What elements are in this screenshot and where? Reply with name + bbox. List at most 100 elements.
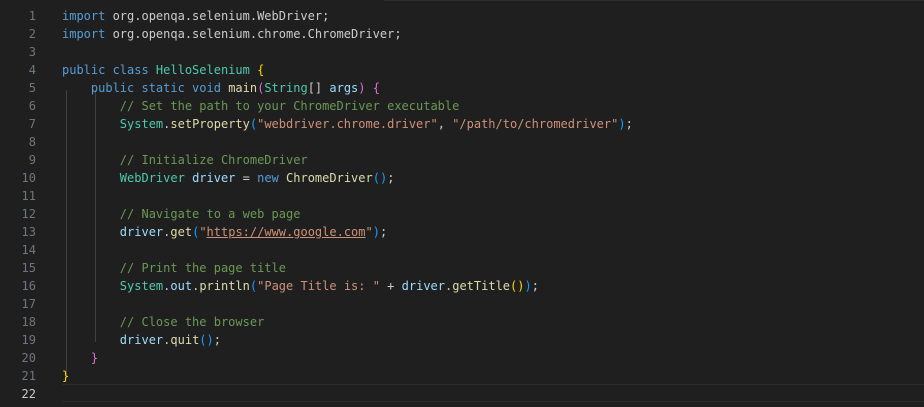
code-line[interactable]: System.out.println("Page Title is: " + d… [62, 277, 924, 295]
line-number: 20 [21, 351, 36, 365]
line-number: 18 [21, 315, 36, 329]
code-line[interactable]: // Print the page title [62, 259, 924, 277]
line-number: 16 [21, 279, 36, 293]
code-line[interactable]: public static void main(String[] args) { [62, 79, 924, 97]
code-token: System [119, 117, 164, 131]
code-line[interactable]: // Initialize ChromeDriver [62, 151, 924, 169]
code-token: org.openqa.selenium.chrome.ChromeDriver; [105, 27, 402, 41]
code-token: main [228, 81, 258, 95]
code-line[interactable]: // Navigate to a web page [62, 205, 924, 223]
line-number: 13 [21, 225, 36, 239]
line-number: 8 [28, 135, 36, 149]
line-number: 4 [28, 63, 36, 77]
code-token: () [510, 279, 525, 293]
code-token: + [379, 279, 402, 293]
code-token: driver [119, 225, 164, 239]
code-line[interactable]: import org.openqa.selenium.chrome.Chrome… [62, 25, 924, 43]
line-number: 22 [21, 387, 36, 401]
code-line[interactable]: WebDriver driver = new ChromeDriver(); [62, 169, 924, 187]
code-token: , [437, 117, 453, 131]
line-number: 15 [21, 261, 36, 275]
code-token: out [170, 279, 193, 293]
code-token: org.openqa.selenium.WebDriver; [105, 9, 330, 23]
code-token: () [372, 171, 388, 185]
code-token: } [90, 351, 99, 365]
code-line[interactable]: import org.openqa.selenium.WebDriver; [62, 7, 924, 25]
line-number: 5 [28, 81, 36, 95]
code-token: "webdriver.chrome.driver" [257, 117, 438, 131]
code-editor[interactable]: 1 2 3 4 5 6 7 8 9 10 11 12 13 14 15 16 17 18 19 20 21 22 impo… [0, 0, 924, 407]
code-token: new [257, 171, 279, 185]
code-line[interactable] [62, 241, 924, 259]
code-token: HelloSelenium [155, 63, 250, 77]
code-line[interactable] [62, 133, 924, 151]
line-number: 21 [21, 369, 36, 383]
code-line[interactable] [62, 43, 924, 61]
code-line[interactable]: public class HelloSelenium { [62, 61, 924, 79]
code-token: { [257, 63, 265, 77]
code-line[interactable] [62, 385, 924, 403]
code-token: ) [618, 117, 626, 131]
code-line[interactable] [62, 295, 924, 313]
code-token: [] [307, 81, 330, 95]
code-line[interactable]: driver.quit(); [62, 331, 924, 349]
code-token: () [199, 333, 214, 347]
code-token: " [365, 225, 373, 239]
code-token: println [199, 279, 250, 293]
code-token: public static void [90, 81, 229, 95]
code-token: ; [213, 333, 221, 347]
line-number: 2 [28, 27, 36, 41]
code-line[interactable]: } [62, 349, 924, 367]
code-token: ; [387, 171, 395, 185]
code-line[interactable]: // Set the path to your ChromeDriver exe… [62, 97, 924, 115]
code-line[interactable]: } [62, 367, 924, 385]
line-number: 11 [21, 189, 36, 203]
code-token: // Set the path to your ChromeDriver exe… [119, 99, 460, 113]
code-line[interactable]: // Close the browser [62, 313, 924, 331]
code-token: getTitle [452, 279, 511, 293]
code-token: // Navigate to a web page [119, 207, 301, 221]
code-line[interactable]: driver.get("https://www.google.com"); [62, 223, 924, 241]
code-line[interactable] [62, 187, 924, 205]
line-number-gutter[interactable]: 1 2 3 4 5 6 7 8 9 10 11 12 13 14 15 16 17 18 19 20 21 22 [0, 0, 44, 407]
code-token: } [62, 369, 70, 383]
code-token: ) [372, 225, 380, 239]
code-token: String [264, 81, 308, 95]
code-area[interactable]: import org.openqa.selenium.WebDriver; imp… [62, 0, 924, 407]
code-token: System [119, 279, 164, 293]
line-number: 3 [28, 45, 36, 59]
code-token: driver [192, 171, 236, 185]
line-number: 10 [21, 171, 36, 185]
line-number: 9 [28, 153, 36, 167]
code-token: ; [379, 225, 388, 239]
code-token: import [62, 27, 106, 41]
code-token: // Close the browser [119, 315, 265, 329]
code-line[interactable]: System.setProperty("webdriver.chrome.dri… [62, 115, 924, 133]
code-token: ; [531, 279, 539, 293]
code-token: import [62, 9, 106, 23]
code-token: driver [119, 333, 164, 347]
code-token: // Initialize ChromeDriver [119, 153, 308, 167]
line-number: 12 [21, 207, 36, 221]
line-number: 14 [21, 243, 36, 257]
code-token: public class [62, 63, 156, 77]
code-token: args [329, 81, 359, 95]
code-token: ChromeDriver [286, 171, 373, 185]
code-token: driver [401, 279, 445, 293]
code-token: https://www.google.com [206, 225, 366, 239]
line-number: 6 [28, 99, 36, 113]
code-token: WebDriver [119, 171, 185, 185]
